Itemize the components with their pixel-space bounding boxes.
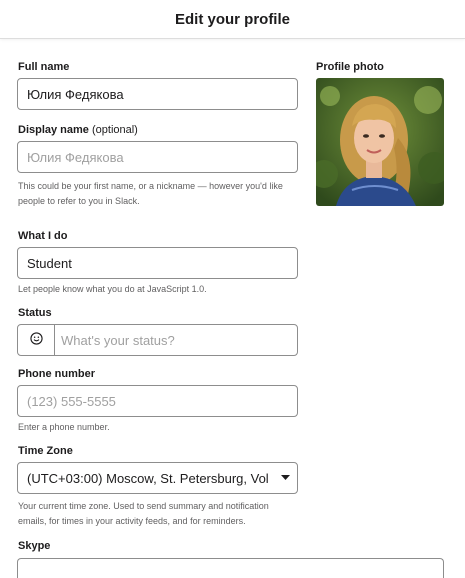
- phone-label: Phone number: [18, 368, 96, 380]
- display-name-label-text: Display name: [18, 124, 89, 136]
- phone-placeholder: (123) 555-5555: [27, 393, 116, 409]
- modal-header: Edit your profile: [0, 0, 465, 39]
- full-name-value: Юлия Федякова: [27, 86, 124, 102]
- caret-down-icon: [273, 475, 297, 481]
- display-name-hint: This could be your first name, or a nick…: [18, 179, 308, 209]
- profile-photo[interactable]: [316, 78, 444, 206]
- emoji-picker-button[interactable]: [18, 325, 55, 355]
- smiley-icon: [29, 332, 43, 348]
- display-name-placeholder: Юлия Федякова: [27, 149, 124, 165]
- time-zone-label: Time Zone: [18, 445, 73, 457]
- time-zone-hint-line1: Your current time zone. Used to send sum…: [18, 501, 269, 511]
- what-i-do-label: What I do: [18, 230, 68, 242]
- full-name-input[interactable]: Юлия Федякова: [17, 78, 298, 110]
- time-zone-hint-line2: emails, for times in your activity feeds…: [18, 516, 246, 526]
- display-name-label: Display name (optional): [18, 124, 138, 136]
- profile-photo-label: Profile photo: [316, 61, 384, 73]
- time-zone-hint: Your current time zone. Used to send sum…: [18, 499, 308, 529]
- display-name-hint-line2: people to refer to you in Slack.: [18, 196, 140, 206]
- what-i-do-value: Student: [27, 255, 72, 271]
- full-name-label: Full name: [18, 61, 70, 73]
- status-placeholder: What's your status?: [61, 332, 175, 348]
- display-name-hint-line1: This could be your first name, or a nick…: [18, 181, 283, 191]
- time-zone-value: (UTC+03:00) Moscow, St. Petersburg, Vol: [27, 470, 269, 486]
- what-i-do-hint: Let people know what you do at JavaScrip…: [18, 284, 207, 294]
- time-zone-select[interactable]: (UTC+03:00) Moscow, St. Petersburg, Vol: [17, 462, 298, 494]
- page-title: Edit your profile: [174, 10, 290, 28]
- status-input[interactable]: What's your status?: [17, 324, 298, 356]
- display-name-input[interactable]: Юлия Федякова: [17, 141, 298, 173]
- skype-input[interactable]: [17, 558, 444, 578]
- phone-hint: Enter a phone number.: [18, 422, 110, 432]
- what-i-do-input[interactable]: Student: [17, 247, 298, 279]
- phone-input[interactable]: (123) 555-5555: [17, 385, 298, 417]
- status-label: Status: [18, 307, 52, 319]
- optional-tag: (optional): [91, 124, 138, 136]
- skype-label: Skype: [18, 540, 51, 552]
